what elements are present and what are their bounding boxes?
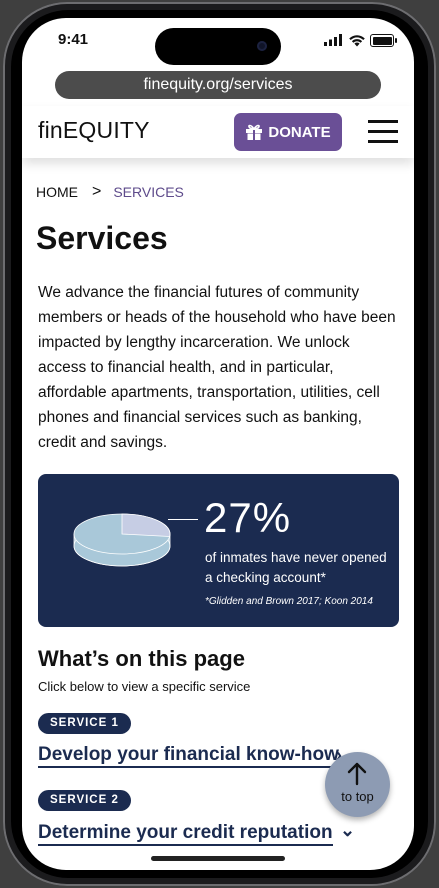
toc-subtitle: Click below to view a specific service [38,679,251,694]
menu-icon[interactable] [368,120,398,144]
site-logo[interactable]: finEQUITY [38,117,150,144]
breadcrumb-current: SERVICES [113,184,184,200]
dynamic-island [155,28,281,65]
pie-slice [121,513,171,537]
screen: 9:41 finequity.org/services finEQUITY DO… [22,18,414,870]
stat-leader-line [168,519,198,520]
url-bar[interactable]: finequity.org/services [55,71,381,99]
stat-card: 27% of inmates have never opened a check… [38,474,399,627]
to-top-label: to top [341,789,374,804]
donate-label: DONATE [268,123,331,141]
camera-icon [257,41,267,51]
stat-percent: 27% [204,494,292,541]
site-header: finEQUITY DONATE [22,106,414,158]
breadcrumb: HOME > SERVICES [36,183,184,201]
chevron-right-icon: > [92,183,102,200]
service-badge-1: SERVICE 1 [38,713,131,734]
home-indicator [151,856,285,861]
service-link-1[interactable]: Develop your financial know-how [38,744,339,768]
status-icons [324,34,397,48]
pie-chart [73,513,171,567]
signal-icon [324,34,342,46]
to-top-button[interactable]: to top [325,752,390,817]
gift-icon [246,124,263,140]
breadcrumb-home[interactable]: HOME [36,184,78,200]
status-time: 9:41 [58,31,89,48]
intro-paragraph: We advance the financial futures of comm… [38,284,396,451]
wifi-icon [349,35,365,47]
page-title: Services [36,220,168,256]
chevron-down-icon: ⌄ [340,820,356,840]
arrow-up-icon [347,762,367,786]
service-badge-2: SERVICE 2 [38,790,131,811]
status-bar: 9:41 [22,18,414,65]
stat-source: *Glidden and Brown 2017; Koon 2014 [205,596,373,607]
service-link-2[interactable]: Determine your credit reputation [38,822,333,846]
donate-button[interactable]: DONATE [234,113,342,151]
toc-title: What’s on this page [38,646,245,671]
stat-text: of inmates have never opened a checking … [205,550,387,585]
battery-icon [370,34,397,47]
